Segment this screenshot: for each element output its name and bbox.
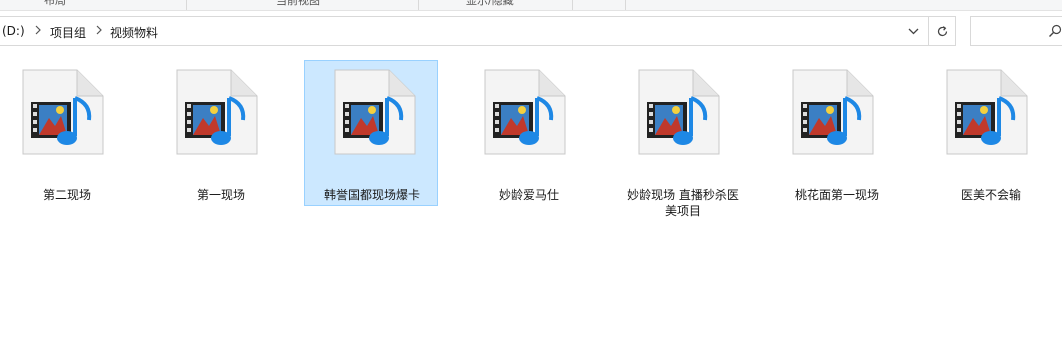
chevron-right-icon[interactable] [35,25,41,38]
refresh-button[interactable] [928,17,956,45]
file-name: 桃花面第一现场 [794,188,879,202]
ribbon-divider [572,0,573,10]
file-name: 韩誉国都现场爆卡 [323,188,420,202]
video-audio-file-icon [22,69,104,155]
file-item-selected[interactable]: 韩誉国都现场爆卡 [304,60,438,206]
chevron-right-icon[interactable] [96,25,102,38]
breadcrumb-drive[interactable]: (D:) [2,24,25,38]
video-audio-file-icon [638,69,720,155]
ribbon-divider [186,0,187,10]
ribbon-divider [418,0,419,10]
breadcrumb-drive-label: (D:) [2,24,25,38]
ribbon-group-current-view[interactable]: 当前视图 [276,0,320,8]
search-input[interactable] [970,16,1062,46]
video-audio-file-icon [176,69,258,155]
video-audio-file-icon [484,69,566,155]
video-audio-file-icon [334,69,416,155]
address-bar[interactable]: (D:) 项目组 视频物料 [0,16,956,46]
file-item[interactable]: 第二现场 [0,60,134,206]
file-item[interactable]: 医美不会输 [924,60,1058,206]
file-item[interactable]: 第一现场 [154,60,288,206]
video-audio-file-icon [946,69,1028,155]
file-name: 医美不会输 [960,188,1021,202]
ribbon-group-layout[interactable]: 布局 [44,0,66,8]
video-audio-file-icon [792,69,874,155]
search-icon [1049,24,1062,37]
file-item[interactable]: 妙龄现场 直播秒杀医美项目 [616,60,750,218]
file-name: 第二现场 [42,188,91,202]
file-name: 妙龄爱马仕 [498,188,559,202]
ribbon: 布局 当前视图 显示/隐藏 [0,0,1062,11]
file-item[interactable]: 妙龄爱马仕 [462,60,596,206]
chevron-down-icon [908,28,918,34]
breadcrumb-project-group[interactable]: 项目组 [50,24,86,41]
ribbon-divider [625,0,626,10]
refresh-icon [937,25,948,36]
file-item[interactable]: 桃花面第一现场 [770,60,904,206]
file-grid: 第二现场 第一现场 韩誉国都现场爆卡 妙龄爱马仕 妙龄现场 直播秒杀医美项目 桃… [0,60,1062,351]
file-name: 第一现场 [196,188,245,202]
address-history-button[interactable] [899,17,927,45]
breadcrumb-video-materials[interactable]: 视频物料 [110,24,158,41]
file-name: 妙龄现场 直播秒杀医美项目 [627,188,739,218]
ribbon-group-show-hide[interactable]: 显示/隐藏 [466,0,514,8]
